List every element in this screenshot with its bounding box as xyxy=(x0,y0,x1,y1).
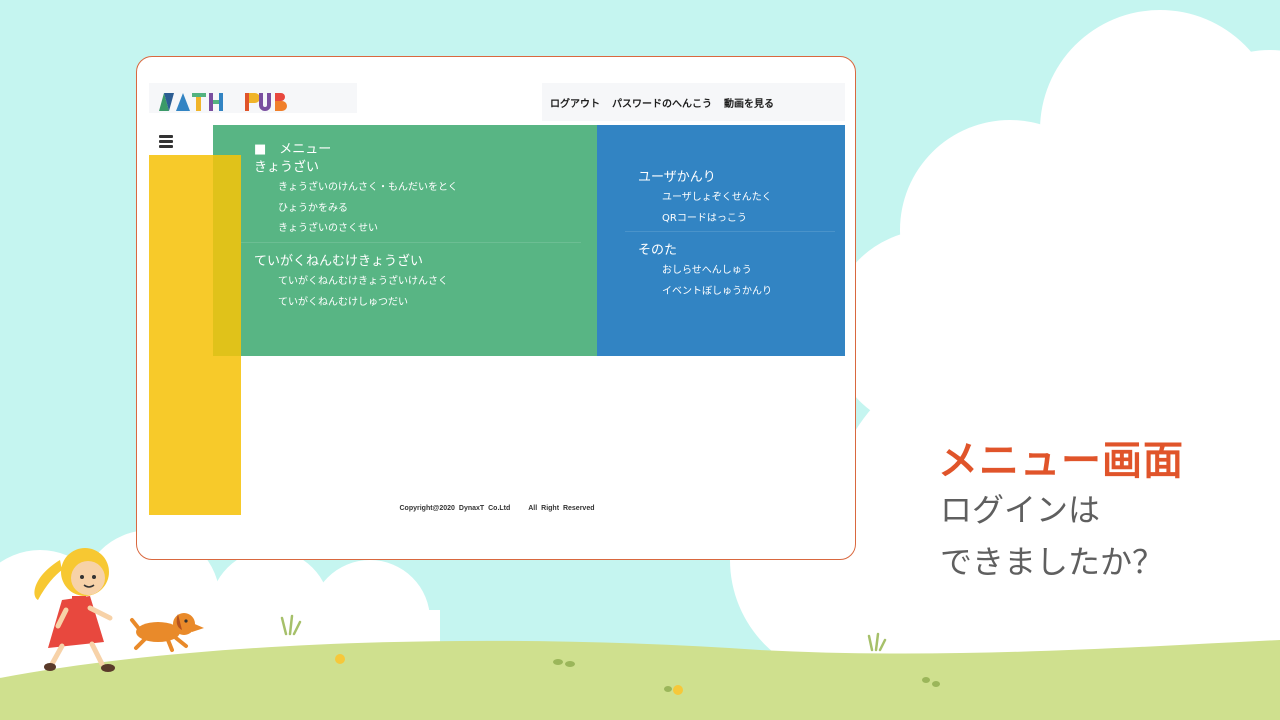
menu-item-qr-code[interactable]: QRコードはっこう xyxy=(662,209,747,224)
menu-item-search-materials[interactable]: きょうざいのけんさく・もんだいをとく xyxy=(278,178,458,193)
caption-title: メニュー画面 xyxy=(938,438,1184,484)
menu-divider xyxy=(241,242,581,243)
caption-line-2: できましたか？ xyxy=(940,543,1165,581)
rights-text: All Right Reserved xyxy=(528,505,595,512)
menu-section-kyouzai: きょうざい xyxy=(254,160,320,175)
footer-copyright: Copyright@2020 DynaxT Co.Ltd All Right R… xyxy=(137,505,855,512)
math-pub-logo[interactable] xyxy=(159,91,309,113)
menu-item-view-evaluation[interactable]: ひょうかをみる xyxy=(278,199,348,214)
menu-section-user: ユーザかんり xyxy=(638,170,716,185)
caption-line-1: ログインは xyxy=(940,491,1101,529)
menu-section-other: そのた xyxy=(638,243,678,258)
watch-video-link[interactable]: 動画を見る xyxy=(724,95,774,110)
logo-bar xyxy=(149,83,357,113)
menu-section-teigaku: ていがくねんむけきょうざい xyxy=(254,254,424,269)
menu-item-user-affiliation[interactable]: ユーザしょぞくせんたく xyxy=(662,188,772,203)
sidebar-overlap xyxy=(213,155,241,356)
menu-item-event-management[interactable]: イベントぼしゅうかんり xyxy=(662,282,772,297)
logout-link[interactable]: ログアウト xyxy=(550,95,600,110)
menu-panel-right xyxy=(597,125,845,356)
hamburger-menu-icon[interactable] xyxy=(159,135,173,148)
app-screenshot-frame: ログアウト パスワードのへんこう 動画を見る ■ メニュー きょうざい きょうざ… xyxy=(136,56,856,560)
menu-item-notice-edit[interactable]: おしらせへんしゅう xyxy=(662,261,752,276)
top-navigation: ログアウト パスワードのへんこう 動画を見る xyxy=(542,83,845,121)
caption-body: ログインは できましたか？ xyxy=(940,484,1164,588)
password-change-link[interactable]: パスワードのへんこう xyxy=(612,95,712,110)
menu-heading: ■ メニュー xyxy=(254,142,332,157)
menu-divider xyxy=(625,231,835,232)
menu-item-teigaku-search[interactable]: ていがくねんむけきょうざいけんさく xyxy=(278,272,448,287)
copyright-text: Copyright@2020 DynaxT Co.Ltd xyxy=(399,505,511,512)
menu-item-create-materials[interactable]: きょうざいのさくせい xyxy=(278,219,378,234)
menu-item-teigaku-assign[interactable]: ていがくねんむけしゅつだい xyxy=(278,293,408,308)
